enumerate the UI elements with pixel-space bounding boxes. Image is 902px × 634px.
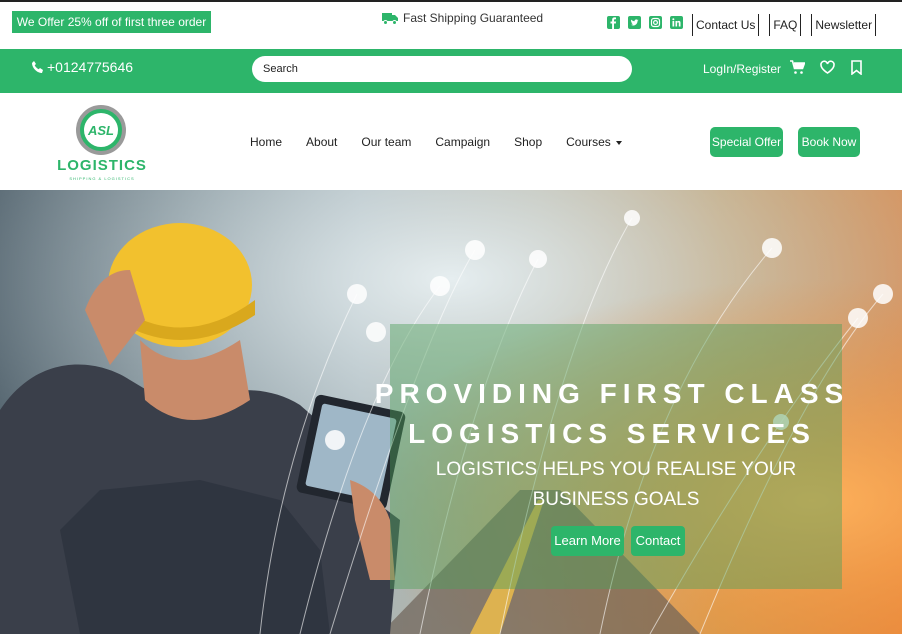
main-navbar: ASL LOGISTICS SHIPPING & LOGISTICS Home … [0, 93, 902, 190]
logo-emblem: ASL [76, 105, 126, 155]
bookmark-icon[interactable] [849, 60, 864, 76]
hero-title: PROVIDING FIRST CLASS LOGISTICS SERVICES [0, 374, 902, 454]
hero-subtitle-line-2: BUSINESS GOALS [532, 489, 700, 510]
truck-icon [382, 13, 398, 25]
hero-banner: PROVIDING FIRST CLASS LOGISTICS SERVICES… [0, 190, 902, 634]
logo-badge: ASL [84, 113, 118, 147]
nav-item-home[interactable]: Home [250, 135, 282, 149]
phone-icon [32, 61, 43, 73]
phone-contact[interactable]: +0124775646 [31, 59, 133, 75]
utility-bar: +0124775646 LogIn/Register [0, 49, 902, 93]
promo-banner: We Offer 25% off of first three order [12, 11, 211, 33]
book-now-button[interactable]: Book Now [798, 127, 860, 157]
nav-menu: Home About Our team Campaign Shop Course… [250, 135, 646, 149]
contact-button[interactable]: Contact [631, 526, 685, 556]
chevron-down-icon [615, 140, 622, 145]
hero-subtitle-line-1: LOGISTICS HELPS YOU REALISE YOUR [435, 459, 797, 480]
contact-us-link[interactable]: Contact Us [692, 14, 760, 36]
instagram-icon[interactable] [649, 16, 662, 29]
facebook-icon[interactable] [607, 16, 620, 29]
twitter-icon[interactable] [628, 16, 641, 29]
nav-item-our-team[interactable]: Our team [361, 135, 411, 149]
nav-item-campaign[interactable]: Campaign [435, 135, 490, 149]
phone-number: +0124775646 [47, 59, 134, 75]
newsletter-link[interactable]: Newsletter [811, 14, 877, 36]
login-register-link[interactable]: LogIn/Register [703, 62, 781, 76]
logo-title: LOGISTICS [57, 157, 147, 174]
nav-item-about[interactable]: About [306, 135, 337, 149]
nav-item-courses-label: Courses [566, 135, 611, 149]
hero-title-line-2: LOGISTICS SERVICES [408, 418, 816, 449]
special-offer-button[interactable]: Special Offer [710, 127, 783, 157]
search-input[interactable] [252, 56, 632, 82]
logo[interactable]: ASL LOGISTICS SHIPPING & LOGISTICS [46, 105, 158, 181]
hero-subtitle: LOGISTICS HELPS YOU REALISE YOUR BUSINES… [390, 455, 842, 515]
social-links [607, 16, 683, 29]
linkedin-icon[interactable] [670, 16, 683, 29]
logo-subtitle: SHIPPING & LOGISTICS [69, 176, 135, 181]
cart-icon[interactable] [790, 60, 806, 75]
shipping-text: Fast Shipping Guaranteed [403, 11, 544, 25]
nav-item-shop[interactable]: Shop [514, 135, 542, 149]
learn-more-button[interactable]: Learn More [551, 526, 624, 556]
heart-icon[interactable] [820, 60, 835, 75]
nav-item-courses[interactable]: Courses [566, 135, 622, 149]
top-links: Contact Us FAQ Newsletter [692, 14, 886, 36]
hero-title-line-1: PROVIDING FIRST CLASS [374, 378, 850, 409]
top-bar: We Offer 25% off of first three order Fa… [0, 0, 902, 48]
shipping-notice: Fast Shipping Guaranteed [382, 11, 543, 25]
faq-link[interactable]: FAQ [769, 14, 802, 36]
